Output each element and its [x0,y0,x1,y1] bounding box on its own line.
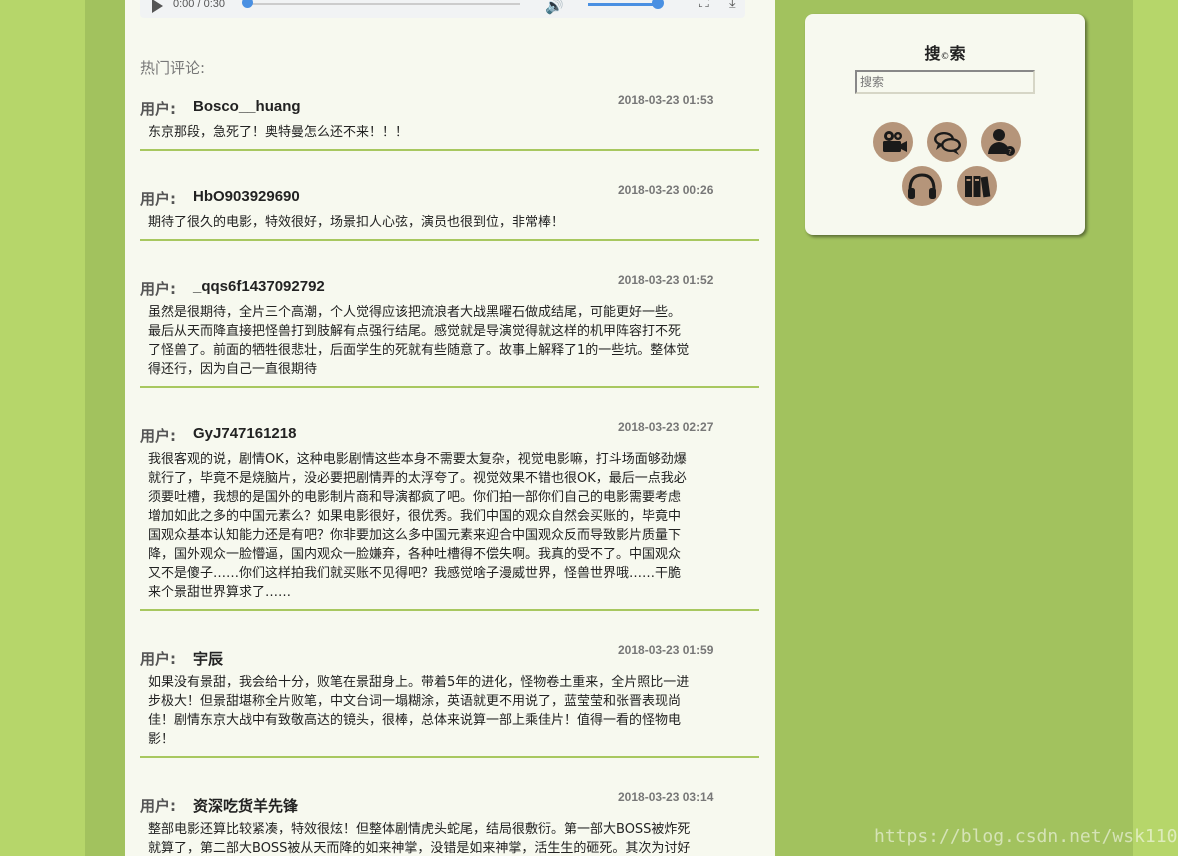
chat-bubbles-icon[interactable] [927,122,967,162]
movie-camera-icon[interactable] [873,122,913,162]
comment-text: 东京那段，急死了！奥特曼怎么还不来！！！ [148,125,409,140]
books-icon[interactable] [957,166,997,206]
volume-thumb[interactable] [652,0,664,9]
search-input[interactable] [855,70,1035,94]
user-label: 用户: [140,797,176,815]
comment-user[interactable]: 宇辰 [193,648,223,669]
comment-text: 期待了很久的电影，特效很好，场景扣人心弦，演员也很到位，非常棒！ [148,215,565,230]
comment-time: 2018-03-23 00:26 [618,183,714,197]
headphones-icon[interactable] [902,166,942,206]
user-label: 用户: [140,100,176,118]
comment-time: 2018-03-23 01:53 [618,93,714,107]
download-icon[interactable]: ⤓ [729,0,736,11]
comment-item: 用户: 宇辰 2018-03-23 01:59 如果没有景甜，我会给十分，败笔在… [140,643,759,758]
comment-text: 我很客观的说，剧情OK，这种电影剧情这些本身不需要太复杂，视觉电影嘛，打斗场面够… [148,452,687,600]
comment-user[interactable]: _qqs6f1437092792 [193,278,325,295]
section-title: 热门评论: [140,59,206,77]
comment-time: 2018-03-23 03:14 [618,790,714,804]
main-column: 0:00 / 0:30 🔊 ⛶ ⤓ 热门评论: 用户: Bosco__huang… [125,0,775,856]
user-label: 用户: [140,650,176,668]
comment-item: 用户: GyJ747161218 2018-03-23 02:27 我很客观的说… [140,420,759,611]
play-icon[interactable] [152,0,163,13]
audio-player[interactable]: 0:00 / 0:30 🔊 ⛶ ⤓ [140,0,745,18]
fullscreen-icon[interactable]: ⛶ [699,0,709,11]
progress-thumb[interactable] [242,0,253,8]
user-help-icon[interactable]: ? [981,122,1021,162]
user-label: 用户: [140,190,176,208]
comment-text: 整部电影还算比较紧凑，特效很炫！但整体剧情虎头蛇尾，结局很敷衍。第一部大BOSS… [148,822,691,856]
comment-item: 用户: Bosco__huang 2018-03-23 01:53 东京那段，急… [140,93,759,151]
user-label: 用户: [140,427,176,445]
comment-text: 如果没有景甜，我会给十分，败笔在景甜身上。带着5年的进化，怪物卷土重来，全片照比… [148,675,690,747]
search-title: 搜©索 [924,44,966,63]
comment-item: 用户: HbO903929690 2018-03-23 00:26 期待了很久的… [140,183,759,241]
comment-time: 2018-03-23 01:59 [618,643,714,657]
watermark: https://blog.csdn.net/wsk1103 [874,826,1178,847]
comment-user[interactable]: HbO903929690 [193,188,300,205]
comment-text: 虽然是很期待，全片三个高潮，个人觉得应该把流浪者大战黑曜石做成结尾，可能更好一些… [148,305,690,377]
volume-track[interactable] [588,3,658,6]
comment-item: 用户: _qqs6f1437092792 2018-03-23 01:52 虽然… [140,273,759,388]
player-time: 0:00 / 0:30 [173,0,225,10]
progress-track[interactable] [245,3,520,5]
svg-text:?: ? [1008,148,1012,156]
comment-time: 2018-03-23 02:27 [618,420,714,434]
comment-user[interactable]: Bosco__huang [193,98,301,115]
comment-user[interactable]: 资深吃货羊先锋 [193,795,298,816]
search-panel: 搜©索 ? [805,14,1085,235]
volume-icon[interactable]: 🔊 [545,0,564,15]
comment-item: 用户: 资深吃货羊先锋 2018-03-23 03:14 整部电影还算比较紧凑，… [140,790,759,856]
comment-user[interactable]: GyJ747161218 [193,425,296,442]
user-label: 用户: [140,280,176,298]
comment-time: 2018-03-23 01:52 [618,273,714,287]
